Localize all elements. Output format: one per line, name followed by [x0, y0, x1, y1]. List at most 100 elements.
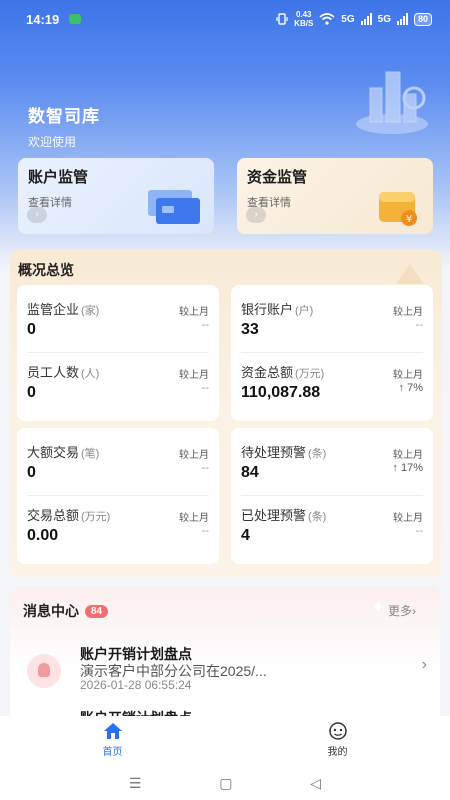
stat-label-text: 监管企业 [27, 302, 80, 317]
net-speed-unit: KB/S [294, 19, 314, 28]
back-triangle-icon[interactable]: ◁ [310, 775, 321, 792]
menu-icon[interactable]: ☰ [129, 775, 142, 792]
stat-delta: -- [201, 462, 209, 474]
stat-unit: (人) [81, 368, 100, 380]
message-item[interactable]: 账户开销计划盘点 演示客户中部分公司在2025/... 2026-01-28 0… [23, 644, 427, 698]
stat-label-text: 待处理预警 [241, 445, 307, 460]
fund-supervision-card[interactable]: 资金监管 查看详情 › ¥ [237, 158, 433, 234]
compare-label: 较上月 [393, 307, 423, 318]
message-center-title: 消息中心 [23, 603, 79, 619]
divider [27, 495, 209, 496]
more-messages-link[interactable]: 更多› [388, 602, 416, 619]
signal-5g-label-1: 5G [341, 13, 355, 25]
stat-label: 银行账户 (户) [241, 299, 313, 318]
overview-title: 概况总览 [18, 262, 74, 278]
fund-supervision-title: 资金监管 [247, 169, 308, 186]
bank-card-icon [148, 190, 200, 224]
stat-label: 已处理预警 (条) [241, 505, 326, 524]
wechat-notification-icon [69, 14, 82, 24]
compare-label: 较上月 [179, 450, 209, 461]
arrow-up-icon: ↑ [392, 462, 401, 474]
divider [241, 352, 423, 353]
stat-delta-value: 17% [400, 462, 423, 474]
vibrate-icon [276, 13, 288, 25]
stat-delta: ↑ 17% [392, 462, 423, 474]
fund-supervision-go-button[interactable]: › [246, 207, 266, 223]
stat-value: 0 [27, 321, 36, 338]
home-icon [103, 723, 122, 739]
stat-delta: -- [201, 319, 209, 331]
stat-card-enterprise[interactable]: 监管企业 (家) 0 较上月 -- 员工人数 (人) 0 较上月 -- [17, 285, 219, 421]
net-speed: 0.43 KB/S [294, 10, 313, 28]
stat-label: 大额交易 (笔) [27, 442, 99, 461]
status-time: 14:19 [26, 11, 60, 27]
account-supervision-title: 账户监管 [28, 169, 89, 186]
stat-value: 110,087.88 [241, 384, 321, 401]
bottom-tab-bar: 首页 我的 [0, 716, 450, 766]
tab-home[interactable]: 首页 [0, 716, 225, 766]
stat-row: 监管企业 (家) 0 较上月 -- [27, 299, 209, 353]
stat-label-text: 交易总额 [27, 508, 80, 523]
tab-home-label: 首页 [102, 747, 123, 758]
stat-delta: ↑ 7% [399, 382, 423, 394]
message-time: 2026-01-28 06:55:24 [80, 678, 192, 692]
stat-row: 交易总额 (万元) 0.00 较上月 -- [27, 505, 209, 559]
message-center-header: 消息中心 84 [23, 601, 109, 621]
stat-unit: (户) [295, 305, 314, 317]
stat-unit: (家) [81, 305, 100, 317]
stat-card-bank[interactable]: 银行账户 (户) 33 较上月 -- 资金总额 (万元) 110,087.88 较上… [231, 285, 433, 421]
stat-label: 监管企业 (家) [27, 299, 99, 318]
more-label: 更多 [387, 604, 412, 618]
compare-label: 较上月 [179, 307, 209, 318]
stat-unit: (笔) [81, 448, 100, 460]
building-illustration [356, 71, 428, 134]
compare-label: 较上月 [393, 513, 423, 524]
tab-profile-label: 我的 [327, 747, 348, 758]
compare-label: 较上月 [393, 450, 423, 461]
stat-value: 33 [241, 321, 259, 338]
stat-unit: (条) [308, 448, 327, 460]
stat-row: 待处理预警 (条) 84 较上月 ↑ 17% [241, 442, 423, 496]
message-center-panel: 消息中心 84 ✦ 更多› 账户开销计划盘点 演示客户中部分公司在2025/..… [10, 587, 440, 727]
system-nav-bar: ☰ ▢ ◁ [0, 766, 450, 800]
stat-label-text: 资金总额 [241, 365, 294, 380]
stat-delta: -- [201, 525, 209, 537]
stat-unit: (条) [308, 511, 327, 523]
welcome-text: 欢迎使用 [28, 135, 77, 149]
wallet-icon: ¥ [379, 192, 417, 226]
stat-label: 待处理预警 (条) [241, 442, 326, 461]
stat-label: 交易总额 (万元) [27, 505, 110, 524]
account-supervision-go-button[interactable]: › [27, 207, 47, 223]
stat-delta: -- [415, 319, 423, 331]
chevron-right-icon: › [421, 656, 427, 673]
stat-delta: -- [201, 382, 209, 394]
stat-label-text: 大额交易 [27, 445, 80, 460]
home-square-icon[interactable]: ▢ [219, 775, 232, 792]
stat-row: 员工人数 (人) 0 较上月 -- [27, 362, 209, 416]
wifi-icon [319, 13, 335, 25]
stat-unit: (万元) [295, 368, 325, 380]
stat-delta-value: 7% [407, 382, 423, 394]
status-icons: 0.43 KB/S 5G 5G 80 [276, 10, 432, 28]
chevron-right-icon: › [412, 604, 416, 618]
overview-decoration [396, 264, 424, 284]
stat-value: 84 [241, 464, 259, 481]
profile-icon [328, 722, 347, 740]
account-supervision-card[interactable]: 账户监管 查看详情 › [18, 158, 214, 234]
stat-card-alerts[interactable]: 待处理预警 (条) 84 较上月 ↑ 17% 已处理预警 (条) 4 较上月 -- [231, 428, 433, 564]
divider [27, 352, 209, 353]
stat-unit: (万元) [81, 511, 111, 523]
signal-bars-icon [396, 13, 408, 25]
stat-row: 大额交易 (笔) 0 较上月 -- [27, 442, 209, 496]
sparkle-icon: ✦ [370, 597, 386, 617]
stat-value: 0.00 [27, 527, 59, 544]
unread-count-badge: 84 [85, 604, 109, 618]
battery-icon: 80 [413, 12, 432, 26]
signal-bars-icon [360, 13, 372, 25]
compare-label: 较上月 [393, 370, 423, 381]
stat-label-text: 已处理预警 [241, 508, 307, 523]
app-title: 数智司库 [28, 107, 100, 126]
signal-5g-label-2: 5G [377, 13, 391, 25]
tab-profile[interactable]: 我的 [225, 716, 450, 766]
stat-card-transactions[interactable]: 大额交易 (笔) 0 较上月 -- 交易总额 (万元) 0.00 较上月 -- [17, 428, 219, 564]
